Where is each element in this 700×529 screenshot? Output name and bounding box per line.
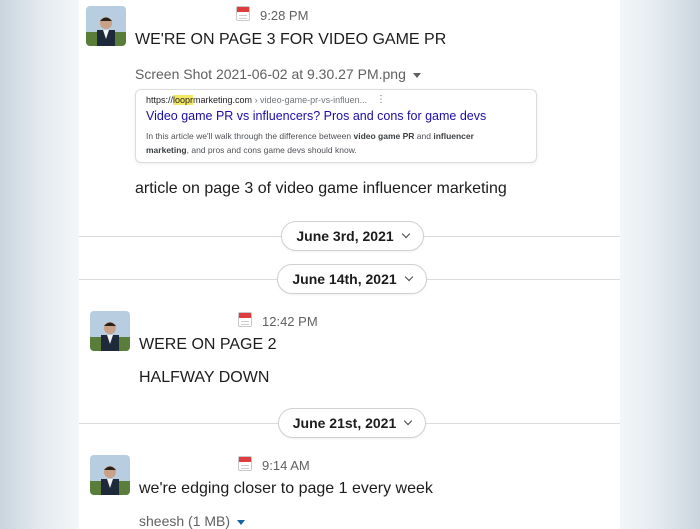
message-text: we're edging closer to page 1 every week — [139, 480, 433, 497]
calendar-icon — [238, 312, 252, 327]
caret-down-icon[interactable] — [412, 72, 421, 78]
calendar-icon — [238, 456, 252, 471]
message-text: WE'RE ON PAGE 3 FOR VIDEO GAME PR — [135, 31, 447, 48]
timestamp[interactable]: 12:42 PM — [262, 314, 318, 329]
avatar[interactable] — [86, 6, 126, 46]
result-url: https://looprmarketing.com › video-game-… — [146, 95, 368, 105]
avatar[interactable] — [90, 311, 130, 351]
message-text: WERE ON PAGE 2 — [139, 336, 277, 353]
message-text: HALFWAY DOWN — [139, 369, 270, 386]
timestamp[interactable]: 9:28 PM — [260, 8, 308, 23]
result-title: Video game PR vs influencers? Pros and c… — [146, 109, 487, 123]
date-divider-button[interactable]: June 3rd, 2021 — [281, 221, 424, 251]
message-feed: 9:28 PM WE'RE ON PAGE 3 FOR VIDEO GAME P… — [79, 0, 620, 529]
date-divider-button[interactable]: June 14th, 2021 — [277, 264, 427, 294]
screenshot-attachment[interactable]: https://looprmarketing.com › video-game-… — [135, 89, 537, 163]
message-text: article on page 3 of video game influenc… — [135, 180, 507, 197]
chevron-down-icon — [401, 229, 410, 239]
kebab-icon: ⋮ — [376, 94, 386, 105]
attachment-filename[interactable]: Screen Shot 2021-06-02 at 9.30.27 PM.png — [135, 66, 421, 82]
chevron-down-icon — [404, 272, 413, 282]
date-divider-button[interactable]: June 21st, 2021 — [278, 408, 426, 438]
chevron-down-icon — [404, 416, 413, 426]
calendar-icon — [236, 6, 250, 21]
result-snippet: In this article we'll walk through the d… — [146, 131, 474, 155]
caret-down-icon[interactable] — [237, 519, 246, 525]
timestamp[interactable]: 9:14 AM — [262, 458, 310, 473]
avatar[interactable] — [90, 455, 130, 495]
file-attachment-label[interactable]: sheesh (1 MB) — [139, 513, 246, 529]
